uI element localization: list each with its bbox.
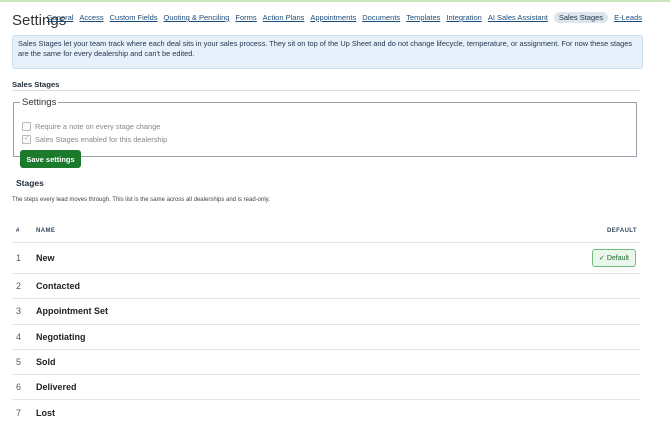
nav-tab-quoting-penciling[interactable]: Quoting & Penciling <box>164 13 230 22</box>
nav-tab-integration[interactable]: Integration <box>446 13 481 22</box>
section-title: Sales Stages <box>12 80 60 89</box>
stage-number: 2 <box>16 281 22 292</box>
nav-tab-ai-sales-assistant[interactable]: AI Sales Assistant <box>488 13 548 22</box>
nav-tab-appointments[interactable]: Appointments <box>310 13 356 22</box>
settings-legend: Settings <box>22 97 57 108</box>
stage-name: Contacted <box>36 281 81 292</box>
section-divider <box>12 90 640 91</box>
check-icon: ✓ <box>598 255 605 262</box>
nav-tab-sales-stages[interactable]: Sales Stages <box>553 12 609 23</box>
stages-description: The steps every lead moves through. This… <box>12 197 270 203</box>
stage-name: Sold <box>36 357 56 368</box>
settings-fieldset: Settings Require a note on every stage c… <box>13 97 637 168</box>
stage-number: 4 <box>16 331 22 342</box>
table-row: 7 Lost <box>12 399 640 424</box>
require-note-option[interactable]: Require a note on every stage change <box>22 122 160 131</box>
stage-number: 6 <box>16 382 22 393</box>
sales-stages-enabled-label: Sales Stages enabled for this dealership <box>35 135 168 144</box>
require-note-label: Require a note on every stage change <box>35 122 161 131</box>
stage-number: 1 <box>16 253 22 263</box>
stage-name: Negotiating <box>36 331 86 342</box>
stages-table: 1 New ✓ Default 2 Contacted 3 Appointmen… <box>12 242 640 425</box>
page-header: Settings General Access Custom Fields Qu… <box>12 10 662 34</box>
default-badge-label: Default <box>606 254 629 262</box>
sales-stages-enabled-checkbox[interactable]: ✓ <box>22 135 31 144</box>
require-note-checkbox[interactable] <box>22 122 31 131</box>
stage-number: 5 <box>16 357 22 368</box>
table-row: 2 Contacted <box>12 273 640 298</box>
nav-tab-general[interactable]: General <box>47 13 74 22</box>
stage-number: 7 <box>16 407 22 418</box>
top-accent-bar <box>0 0 670 2</box>
save-settings-button[interactable]: Save settings <box>20 150 81 168</box>
column-header-default: DEFAULT <box>606 228 637 234</box>
settings-nav: General Access Custom Fields Quoting & P… <box>47 12 642 23</box>
nav-tab-templates[interactable]: Templates <box>406 13 440 22</box>
nav-tab-documents[interactable]: Documents <box>362 13 400 22</box>
default-badge: ✓ Default <box>591 249 636 267</box>
stage-name: Delivered <box>36 382 77 393</box>
stage-name: Lost <box>36 407 55 418</box>
stage-name: Appointment Set <box>36 306 108 317</box>
table-row: 5 Sold <box>12 348 640 374</box>
sales-stages-enabled-option[interactable]: ✓ Sales Stages enabled for this dealersh… <box>22 135 167 144</box>
table-row: 3 Appointment Set <box>12 298 640 323</box>
stage-name: New <box>36 253 55 263</box>
nav-tab-e-leads[interactable]: E-Leads <box>614 13 642 22</box>
nav-tab-access[interactable]: Access <box>79 13 103 22</box>
table-row: 4 Negotiating <box>12 323 640 349</box>
column-header-name: NAME <box>36 228 56 234</box>
nav-tab-action-plans[interactable]: Action Plans <box>263 13 305 22</box>
table-row: 6 Delivered <box>12 374 640 399</box>
stages-heading: Stages <box>16 178 44 188</box>
table-row: 1 New ✓ Default <box>12 242 640 273</box>
column-header-number: # <box>16 228 20 234</box>
stage-number: 3 <box>16 306 22 317</box>
info-banner: Sales Stages let your team track where e… <box>12 35 643 69</box>
nav-tab-custom-fields[interactable]: Custom Fields <box>110 13 158 22</box>
nav-tab-forms[interactable]: Forms <box>235 13 256 22</box>
